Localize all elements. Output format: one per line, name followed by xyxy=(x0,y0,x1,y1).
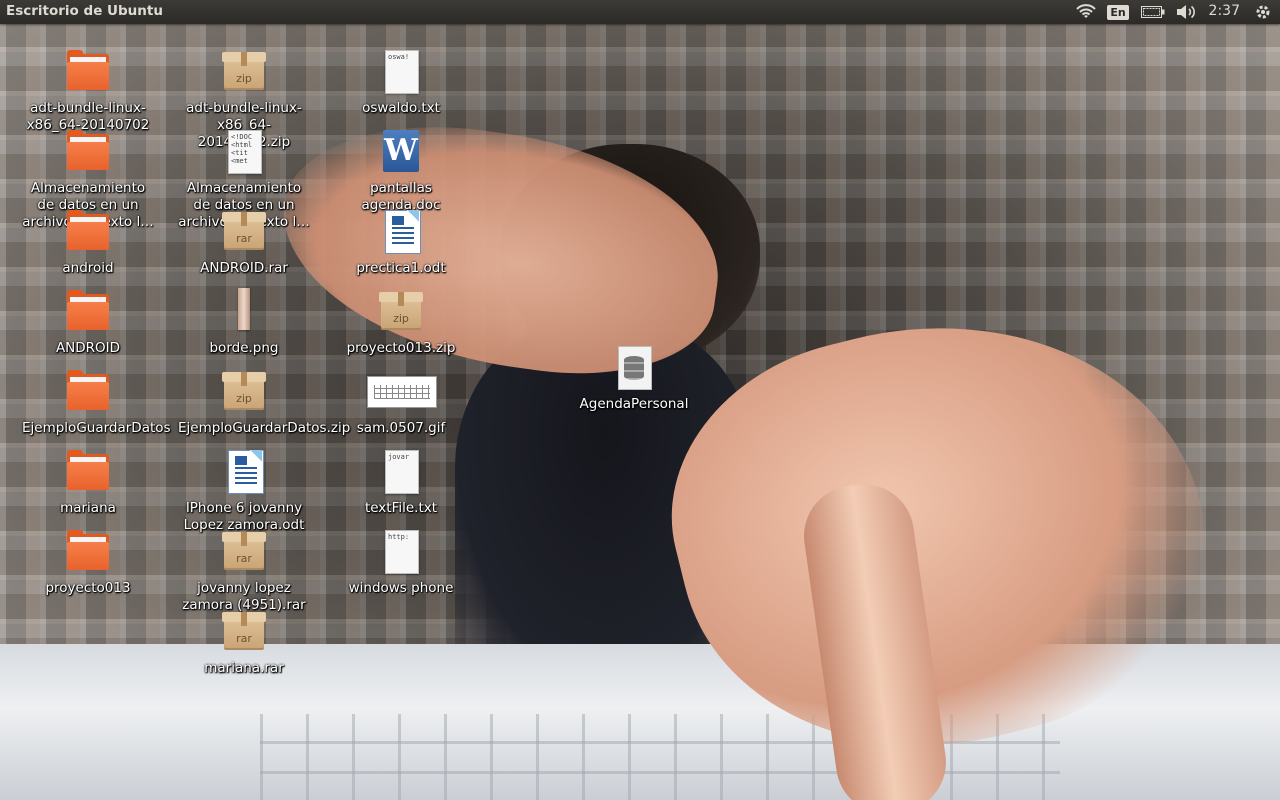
desktop-item[interactable]: mariana xyxy=(18,448,158,517)
folder-icon xyxy=(64,208,112,256)
desktop-item[interactable]: proyecto013 xyxy=(18,528,158,597)
desktop-item[interactable]: http: windows phone xyxy=(331,528,471,597)
desktop-item-label: mariana.rar xyxy=(204,660,284,676)
wifi-icon[interactable] xyxy=(1074,2,1098,22)
desktop-item-label: oswaldo.txt xyxy=(362,100,440,116)
folder-icon xyxy=(64,368,112,416)
desktop-item[interactable]: zip proyecto013.zip xyxy=(331,288,471,357)
desktop-item-label: proyecto013 xyxy=(45,580,131,596)
desktop-item[interactable]: ANDROID xyxy=(18,288,158,357)
desktop-item-label: EjemploGuardarDatos.zip xyxy=(178,420,351,436)
clock[interactable]: 2:37 xyxy=(1209,3,1240,19)
text-file-icon: <!DOC <html <tit <met xyxy=(220,128,268,176)
desktop-item[interactable]: rar ANDROID.rar xyxy=(174,208,314,277)
writer-document-icon xyxy=(377,208,425,256)
folder-icon xyxy=(64,528,112,576)
desktop-item[interactable]: jovar textFile.txt xyxy=(331,448,471,517)
desktop-item[interactable]: oswa! oswaldo.txt xyxy=(331,48,471,117)
archive-icon: zip xyxy=(377,288,425,336)
desktop-item[interactable]: zip EjemploGuardarDatos.zip xyxy=(174,368,351,437)
desktop-item-label: mariana xyxy=(60,500,116,516)
desktop-item[interactable]: adt-bundle-linux-x86_64-20140702 xyxy=(18,48,158,134)
archive-icon: rar xyxy=(220,608,268,656)
folder-icon xyxy=(64,128,112,176)
desktop-item-label: android xyxy=(62,260,114,276)
text-file-icon: oswa! xyxy=(377,48,425,96)
desktop-item[interactable]: AgendaPersonal xyxy=(564,344,704,413)
desktop-item-label: ANDROID.rar xyxy=(200,260,288,276)
desktop-item[interactable]: IPhone 6 jovanny Lopez zamora.odt xyxy=(174,448,314,534)
gear-icon[interactable] xyxy=(1252,2,1274,22)
image-file-icon xyxy=(220,288,268,336)
image-file-icon xyxy=(367,368,437,416)
desktop-item-label: proyecto013.zip xyxy=(346,340,456,356)
desktop-item-label: windows phone xyxy=(348,580,454,596)
top-panel: Escritorio de Ubuntu En 2:37 xyxy=(0,0,1280,24)
desktop-item[interactable]: Wpantallas agenda.doc xyxy=(331,128,471,214)
desktop-item[interactable]: sam.0507.gif xyxy=(331,368,471,437)
desktop-item-label: sam.0507.gif xyxy=(356,420,446,436)
desktop-item[interactable]: android xyxy=(18,208,158,277)
window-title: Escritorio de Ubuntu xyxy=(6,3,163,19)
keyboard-layout-label: En xyxy=(1107,4,1129,20)
keyboard-icon[interactable]: En xyxy=(1106,2,1130,22)
folder-icon xyxy=(64,48,112,96)
desktop-item[interactable]: rar jovanny lopez zamora (4951).rar xyxy=(174,528,314,614)
text-file-icon: http: xyxy=(377,528,425,576)
desktop-item[interactable]: rar mariana.rar xyxy=(174,608,314,677)
archive-icon: zip xyxy=(220,368,268,416)
desktop-item[interactable]: EjemploGuardarDatos xyxy=(18,368,171,437)
writer-document-icon xyxy=(220,448,268,496)
archive-icon: rar xyxy=(220,528,268,576)
word-document-icon: W xyxy=(377,128,425,176)
desktop-item-label: prectica1.odt xyxy=(356,260,446,276)
desktop-item-label: AgendaPersonal xyxy=(579,396,689,412)
desktop-item-label: EjemploGuardarDatos xyxy=(22,420,171,436)
archive-icon: zip xyxy=(220,48,268,96)
desktop-item-label: ANDROID xyxy=(55,340,121,356)
desktop-item[interactable]: borde.png xyxy=(174,288,314,357)
desktop-item[interactable]: prectica1.odt xyxy=(331,208,471,277)
desktop-item-label: textFile.txt xyxy=(364,500,438,516)
folder-icon xyxy=(64,288,112,336)
desktop-item-label: borde.png xyxy=(209,340,279,356)
database-file-icon xyxy=(610,344,658,392)
archive-icon: rar xyxy=(220,208,268,256)
volume-icon[interactable] xyxy=(1174,2,1198,22)
text-file-icon: jovar xyxy=(377,448,425,496)
battery-icon[interactable] xyxy=(1140,2,1166,22)
folder-icon xyxy=(64,448,112,496)
